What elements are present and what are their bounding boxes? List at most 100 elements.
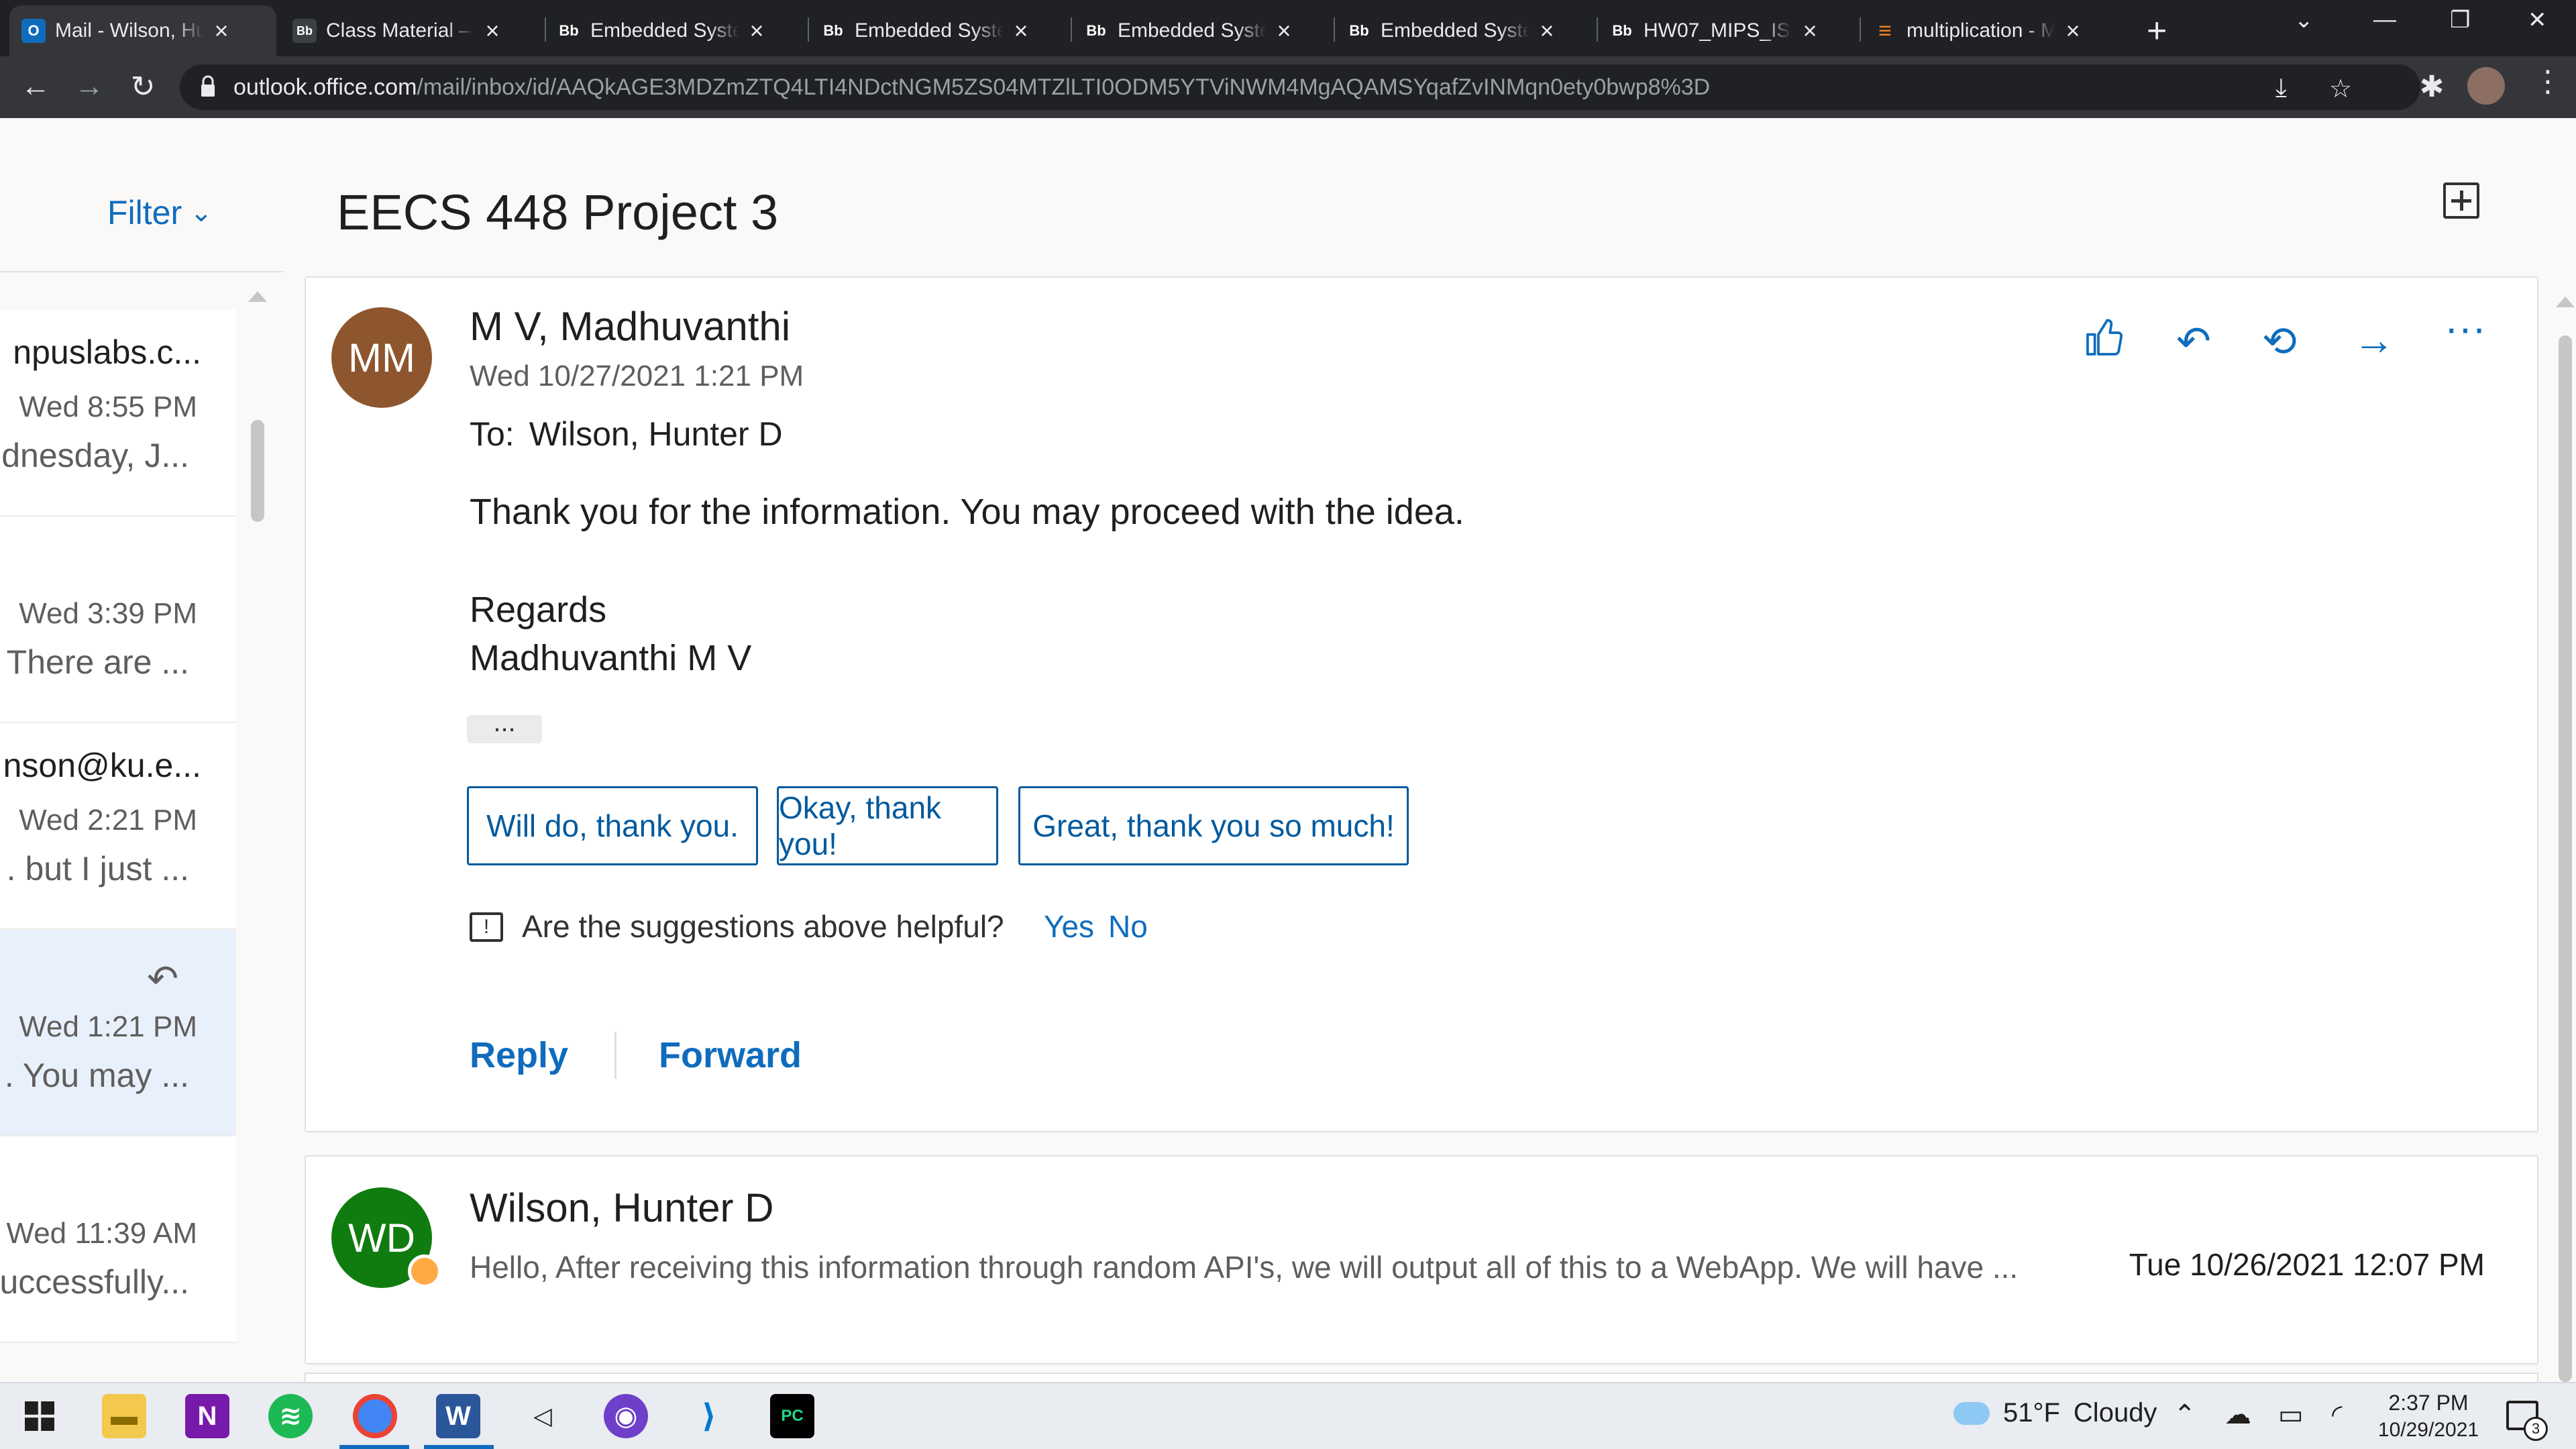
suggested-reply-3[interactable]: Great, thank you so much! <box>1018 786 1409 865</box>
chrome-icon[interactable] <box>353 1394 397 1438</box>
divider <box>614 1032 616 1079</box>
tab-close-icon[interactable]: × <box>745 17 769 45</box>
filter-button[interactable]: Filter ⌄ <box>107 193 213 232</box>
more-actions-icon[interactable]: ··· <box>2445 305 2486 352</box>
tab-class-material[interactable]: Bb Class Material – 4 × <box>280 5 542 56</box>
scroll-up-arrow[interactable] <box>248 291 267 302</box>
sender-name[interactable]: M V, Madhuvanthi <box>470 303 790 350</box>
show-hidden-icons-chevron-icon[interactable]: ⌃ <box>2174 1399 2196 1430</box>
tab-close-icon[interactable]: × <box>2061 17 2085 45</box>
suggested-reply-1[interactable]: Will do, thank you. <box>467 786 758 865</box>
blackboard-icon: Bb <box>1349 22 1369 39</box>
tab-stackoverflow[interactable]: ≡ multiplication - MIPS × <box>1861 5 2123 56</box>
show-quoted-text-button[interactable]: ... <box>467 709 542 743</box>
message-body-line: Thank you for the information. You may p… <box>470 492 1464 532</box>
tab-embedded-systems-4[interactable]: Bb Embedded Systems × <box>1335 5 1597 56</box>
reply-all-icon[interactable]: ⟲ <box>2262 317 2297 366</box>
suggested-reply-2[interactable]: Okay, thank you! <box>777 786 998 865</box>
sender-avatar[interactable]: MM <box>331 307 432 408</box>
reply-button[interactable]: Reply <box>470 1034 568 1076</box>
profile-avatar[interactable] <box>2467 67 2505 105</box>
forward-button[interactable]: → <box>67 64 111 109</box>
forward-icon[interactable]: → <box>2353 317 2395 364</box>
list-item-sender: nson@ku.e... <box>3 747 201 784</box>
tab-close-icon[interactable]: × <box>480 17 504 45</box>
chevron-down-icon: ⌄ <box>190 198 213 227</box>
system-clock[interactable]: 2:37 PM 10/29/2021 <box>2375 1389 2482 1444</box>
url-host: outlook.office.com <box>233 74 417 100</box>
cloudy-weather-icon <box>1953 1401 1990 1425</box>
reading-pane-scrollbar[interactable] <box>2559 335 2572 1382</box>
bookmark-star-icon[interactable]: ☆ <box>2329 74 2352 104</box>
address-bar[interactable]: outlook.office.com/mail/inbox/id/AAQkAGE… <box>180 64 2420 110</box>
battery-icon[interactable]: ▭ <box>2278 1399 2304 1430</box>
list-item[interactable]: Wed 3:39 PM There are ... <box>0 517 236 723</box>
divider <box>0 271 283 272</box>
spotify-icon[interactable]: ≋ <box>268 1394 313 1438</box>
message-preview: Hello, After receiving this information … <box>470 1250 2019 1285</box>
recipient-name[interactable]: Wilson, Hunter D <box>529 415 783 453</box>
list-item-preview: ednesday, J... <box>0 437 189 474</box>
feedback-no-link[interactable]: No <box>1108 908 1148 945</box>
windows-taskbar: ▬ N ≋ W ◁ ◉ ⟩ PC 51°F Cloudy ⌃ ☁ ▭ ◜ 2:3… <box>0 1382 2576 1449</box>
reply-icon[interactable]: ↶ <box>2176 317 2211 366</box>
tab-embedded-systems-2[interactable]: Bb Embedded Systems × <box>809 5 1071 56</box>
feedback-yes-link[interactable]: Yes <box>1044 908 1094 945</box>
lock-icon <box>201 75 215 97</box>
onenote-icon[interactable]: N <box>185 1394 229 1438</box>
list-item-date: Wed 2:21 PM <box>19 804 197 837</box>
list-item-date: Wed 3:39 PM <box>19 597 197 630</box>
tab-embedded-systems-3[interactable]: Bb Embedded Systems × <box>1072 5 1334 56</box>
weather-widget[interactable]: 51°F Cloudy <box>1953 1398 2157 1428</box>
unity-icon[interactable]: ◁ <box>521 1394 565 1438</box>
minimize-button[interactable]: — <box>2373 7 2396 33</box>
pycharm-icon[interactable]: PC <box>770 1394 814 1438</box>
forward-button[interactable]: Forward <box>659 1034 802 1076</box>
message-date: Wed 10/27/2021 1:21 PM <box>470 360 804 392</box>
list-item-selected[interactable]: ↶ Wed 1:21 PM . You may ... <box>0 930 236 1136</box>
list-item-date: Wed 1:21 PM <box>19 1010 197 1043</box>
list-item-date: Wed 8:55 PM <box>19 390 197 423</box>
notification-count-badge: 3 <box>2524 1417 2548 1441</box>
install-app-icon[interactable]: ⤓ <box>2275 74 2287 103</box>
word-icon[interactable]: W <box>436 1394 480 1438</box>
list-item[interactable]: nson@ku.e... Wed 2:21 PM . but I just ..… <box>0 723 236 930</box>
tab-close-icon[interactable]: × <box>1798 17 1822 45</box>
url-path: /mail/inbox/id/AAQkAGE3MDZmZTQ4LTI4NDctN… <box>417 74 1711 100</box>
list-item[interactable]: Wed 11:39 AM uccessfully... <box>0 1136 236 1343</box>
tab-outlook[interactable]: O Mail - Wilson, Hunter D - Outlook × <box>9 5 276 56</box>
open-in-new-window-icon[interactable] <box>2443 182 2479 219</box>
windows-start-icon[interactable] <box>17 1394 62 1438</box>
like-icon[interactable] <box>2082 317 2125 370</box>
extensions-icon[interactable]: ✱ <box>2410 64 2454 109</box>
blackboard-icon: Bb <box>1612 22 1632 39</box>
restore-button[interactable]: ❐ <box>2450 7 2470 34</box>
back-button[interactable]: ← <box>13 64 58 109</box>
scroll-up-arrow[interactable] <box>2556 297 2575 307</box>
chrome-menu-icon[interactable]: ⋮ <box>2533 64 2563 99</box>
tab-title: Embedded Systems <box>1381 19 1529 42</box>
message-card-collapsed[interactable]: WD Wilson, Hunter D Hello, After receivi… <box>305 1155 2538 1364</box>
weather-condition: Cloudy <box>2073 1398 2157 1428</box>
vscode-icon[interactable]: ⟩ <box>687 1394 731 1438</box>
new-tab-button[interactable]: + <box>2147 11 2167 51</box>
tab-embedded-systems-1[interactable]: Bb Embedded Systems × <box>545 5 806 56</box>
github-desktop-icon[interactable]: ◉ <box>604 1394 648 1438</box>
tab-close-icon[interactable]: × <box>209 17 233 45</box>
message-list-scrollbar[interactable] <box>251 420 264 522</box>
tab-hw07-pdf[interactable]: Bb HW07_MIPS_ISA.pdf × <box>1598 5 1860 56</box>
blackboard-icon: Bb <box>823 22 843 39</box>
list-item[interactable]: npuslabs.c... Wed 8:55 PM ednesday, J... <box>0 310 236 517</box>
message-card-expanded: MM M V, Madhuvanthi Wed 10/27/2021 1:21 … <box>305 276 2538 1132</box>
close-window-button[interactable]: ✕ <box>2528 7 2547 34</box>
tab-close-icon[interactable]: × <box>1009 17 1033 45</box>
onedrive-cloud-icon[interactable]: ☁ <box>2224 1399 2251 1430</box>
reload-button[interactable]: ↻ <box>121 64 165 109</box>
tab-close-icon[interactable]: × <box>1535 17 1559 45</box>
list-item-date: Wed 11:39 AM <box>6 1217 197 1250</box>
file-explorer-icon[interactable]: ▬ <box>102 1394 146 1438</box>
tab-search-icon[interactable]: ⌄ <box>2294 7 2314 34</box>
tab-close-icon[interactable]: × <box>1272 17 1296 45</box>
wifi-icon[interactable]: ◜ <box>2332 1399 2343 1430</box>
replied-icon: ↶ <box>147 957 178 1000</box>
